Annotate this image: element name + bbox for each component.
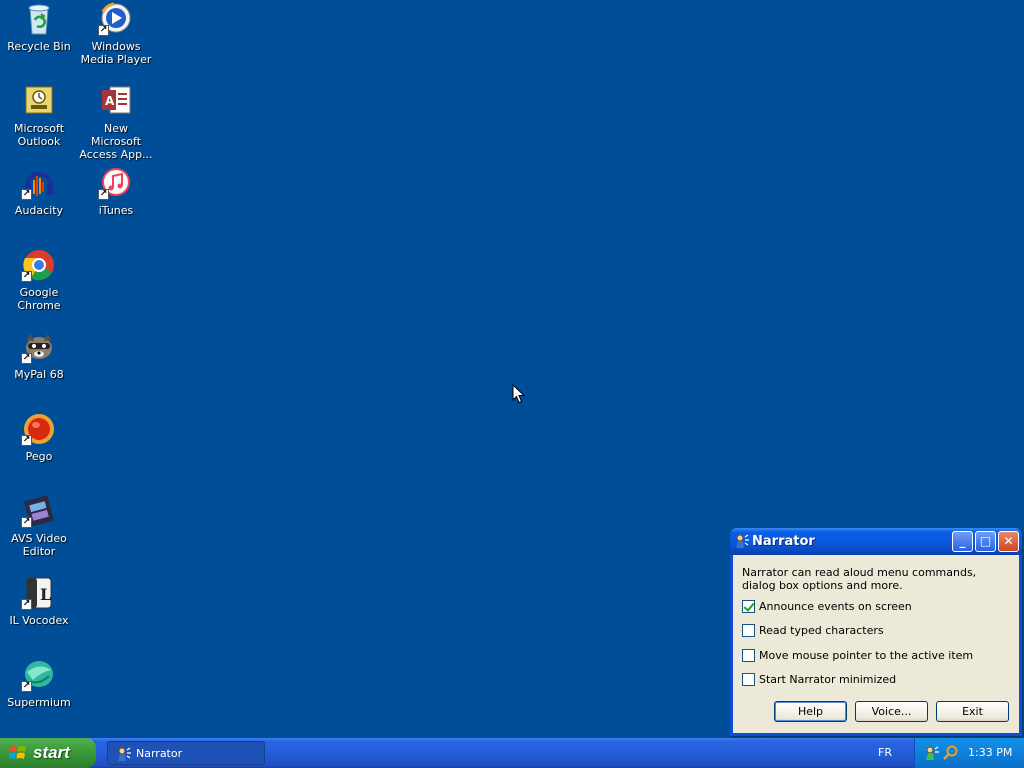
audacity-icon: ↗ (21, 166, 57, 200)
system-tray: 1:33 PM (914, 738, 1024, 768)
desktop-icon-label: New Microsoft Access App... (79, 122, 153, 161)
access-file-icon: A (98, 84, 134, 118)
narrator-title: Narrator (752, 534, 815, 549)
checkbox-unchecked-icon[interactable] (742, 623, 755, 637)
desktop-icon-il-vocodex[interactable]: L ↗ IL Vocodex (0, 576, 78, 627)
announce-events-label: Announce events on screen (759, 599, 912, 613)
desktop-icon-itunes[interactable]: ↗ iTunes (77, 166, 155, 217)
narrator-app-icon (736, 534, 749, 548)
desktop-icon-label: MyPal 68 (14, 368, 64, 381)
minimize-icon: _ (959, 534, 966, 548)
voice-button[interactable]: Voice... (855, 701, 928, 722)
maximize-button[interactable]: □ (975, 531, 996, 552)
language-indicator[interactable]: FR (878, 746, 892, 759)
start-button[interactable]: start (0, 738, 96, 768)
desktop-icon-google-chrome[interactable]: ↗ Google Chrome (0, 248, 78, 312)
shortcut-arrow-icon: ↗ (98, 189, 109, 200)
help-button[interactable]: Help (774, 701, 847, 722)
maximize-icon: □ (979, 534, 992, 548)
desktop-icon-label: Google Chrome (17, 286, 61, 312)
svg-text:L: L (40, 585, 51, 604)
shortcut-arrow-icon: ↗ (21, 271, 32, 282)
start-minimized-label: Start Narrator minimized (759, 672, 897, 686)
desktop-icon-audacity[interactable]: ↗ Audacity (0, 166, 78, 217)
desktop-icon-pego[interactable]: ↗ Pego (0, 412, 78, 463)
minimize-button[interactable]: _ (952, 531, 973, 552)
chrome-icon: ↗ (21, 248, 57, 282)
il-vocodex-icon: L ↗ (21, 576, 57, 610)
start-minimized-checkbox[interactable]: Start Narrator minimized (742, 672, 896, 686)
clock[interactable]: 1:33 PM (968, 746, 1012, 759)
close-icon: ✕ (1003, 534, 1014, 548)
shortcut-arrow-icon: ↗ (21, 435, 32, 446)
read-typed-characters-label: Read typed characters (759, 623, 884, 637)
itunes-icon: ↗ (98, 166, 134, 200)
svg-text:A: A (105, 94, 115, 108)
checkbox-unchecked-icon[interactable] (742, 648, 755, 662)
desktop-icon-label: IL Vocodex (9, 614, 69, 627)
shortcut-arrow-icon: ↗ (21, 681, 32, 692)
narrator-app-icon (118, 747, 131, 761)
exit-button[interactable]: Exit (936, 701, 1009, 722)
read-typed-characters-checkbox[interactable]: Read typed characters (742, 623, 884, 637)
mypal-raccoon-icon: ↗ (21, 330, 57, 364)
desktop-icon-label: Windows Media Player (80, 40, 152, 66)
checkbox-unchecked-icon[interactable] (742, 672, 755, 686)
desktop-icon-avs-video-editor[interactable]: ↗ AVS Video Editor (0, 494, 78, 558)
move-mouse-pointer-label: Move mouse pointer to the active item (759, 648, 974, 662)
narrator-titlebar[interactable]: Narrator _ □ ✕ (730, 528, 1022, 555)
desktop-icon-label: Audacity (14, 204, 64, 217)
desktop-icon-mypal-68[interactable]: ↗ MyPal 68 (0, 330, 78, 381)
pego-icon: ↗ (21, 412, 57, 446)
desktop-icon-label: Pego (25, 450, 53, 463)
magnifier-icon[interactable] (943, 745, 959, 761)
desktop-icon-recycle-bin[interactable]: Recycle Bin (0, 2, 78, 53)
taskbar: start Narrator FR 1:33 PM (0, 738, 1024, 768)
taskbar-item-narrator[interactable]: Narrator (107, 741, 265, 765)
shortcut-arrow-icon: ↗ (21, 517, 32, 528)
desktop-icon-windows-media-player[interactable]: ↗ Windows Media Player (77, 2, 155, 66)
narrator-tray-icon[interactable] (924, 745, 940, 761)
shortcut-arrow-icon: ↗ (21, 189, 32, 200)
narrator-window[interactable]: Narrator _ □ ✕ Narrator can read aloud m… (730, 528, 1022, 736)
supermium-icon: ↗ (21, 658, 57, 692)
desktop-icon-label: Supermium (7, 696, 71, 709)
outlook-icon (21, 84, 57, 118)
start-label: start (33, 743, 70, 762)
avs-film-icon: ↗ (21, 494, 57, 528)
desktop-icon-label: iTunes (98, 204, 134, 217)
move-mouse-pointer-checkbox[interactable]: Move mouse pointer to the active item (742, 648, 973, 662)
checkbox-checked-icon[interactable] (742, 599, 755, 613)
desktop-icon-microsoft-outlook[interactable]: Microsoft Outlook (0, 84, 78, 148)
announce-events-checkbox[interactable]: Announce events on screen (742, 599, 912, 613)
desktop-icon-label: Recycle Bin (7, 40, 71, 53)
windows-logo-icon (9, 746, 26, 759)
narrator-content: Narrator can read aloud menu commands, d… (742, 566, 1008, 592)
desktop-icon-label: Microsoft Outlook (13, 122, 65, 148)
close-button[interactable]: ✕ (998, 531, 1019, 552)
desktop-icon-new-access-app[interactable]: A New Microsoft Access App... (77, 84, 155, 161)
desktop-icon-supermium[interactable]: ↗ Supermium (0, 658, 78, 709)
mouse-pointer-icon (512, 384, 526, 404)
media-player-icon: ↗ (98, 2, 134, 36)
shortcut-arrow-icon: ↗ (21, 599, 32, 610)
shortcut-arrow-icon: ↗ (98, 25, 109, 36)
desktop[interactable]: Recycle Bin Microsoft Outlook ↗ Audacity… (0, 0, 1024, 738)
recycle-bin-icon (21, 2, 57, 36)
narrator-description: Narrator can read aloud menu commands, d… (742, 566, 977, 592)
desktop-icon-label: AVS Video Editor (11, 532, 67, 558)
taskbar-item-label: Narrator (136, 747, 183, 760)
shortcut-arrow-icon: ↗ (21, 353, 32, 364)
